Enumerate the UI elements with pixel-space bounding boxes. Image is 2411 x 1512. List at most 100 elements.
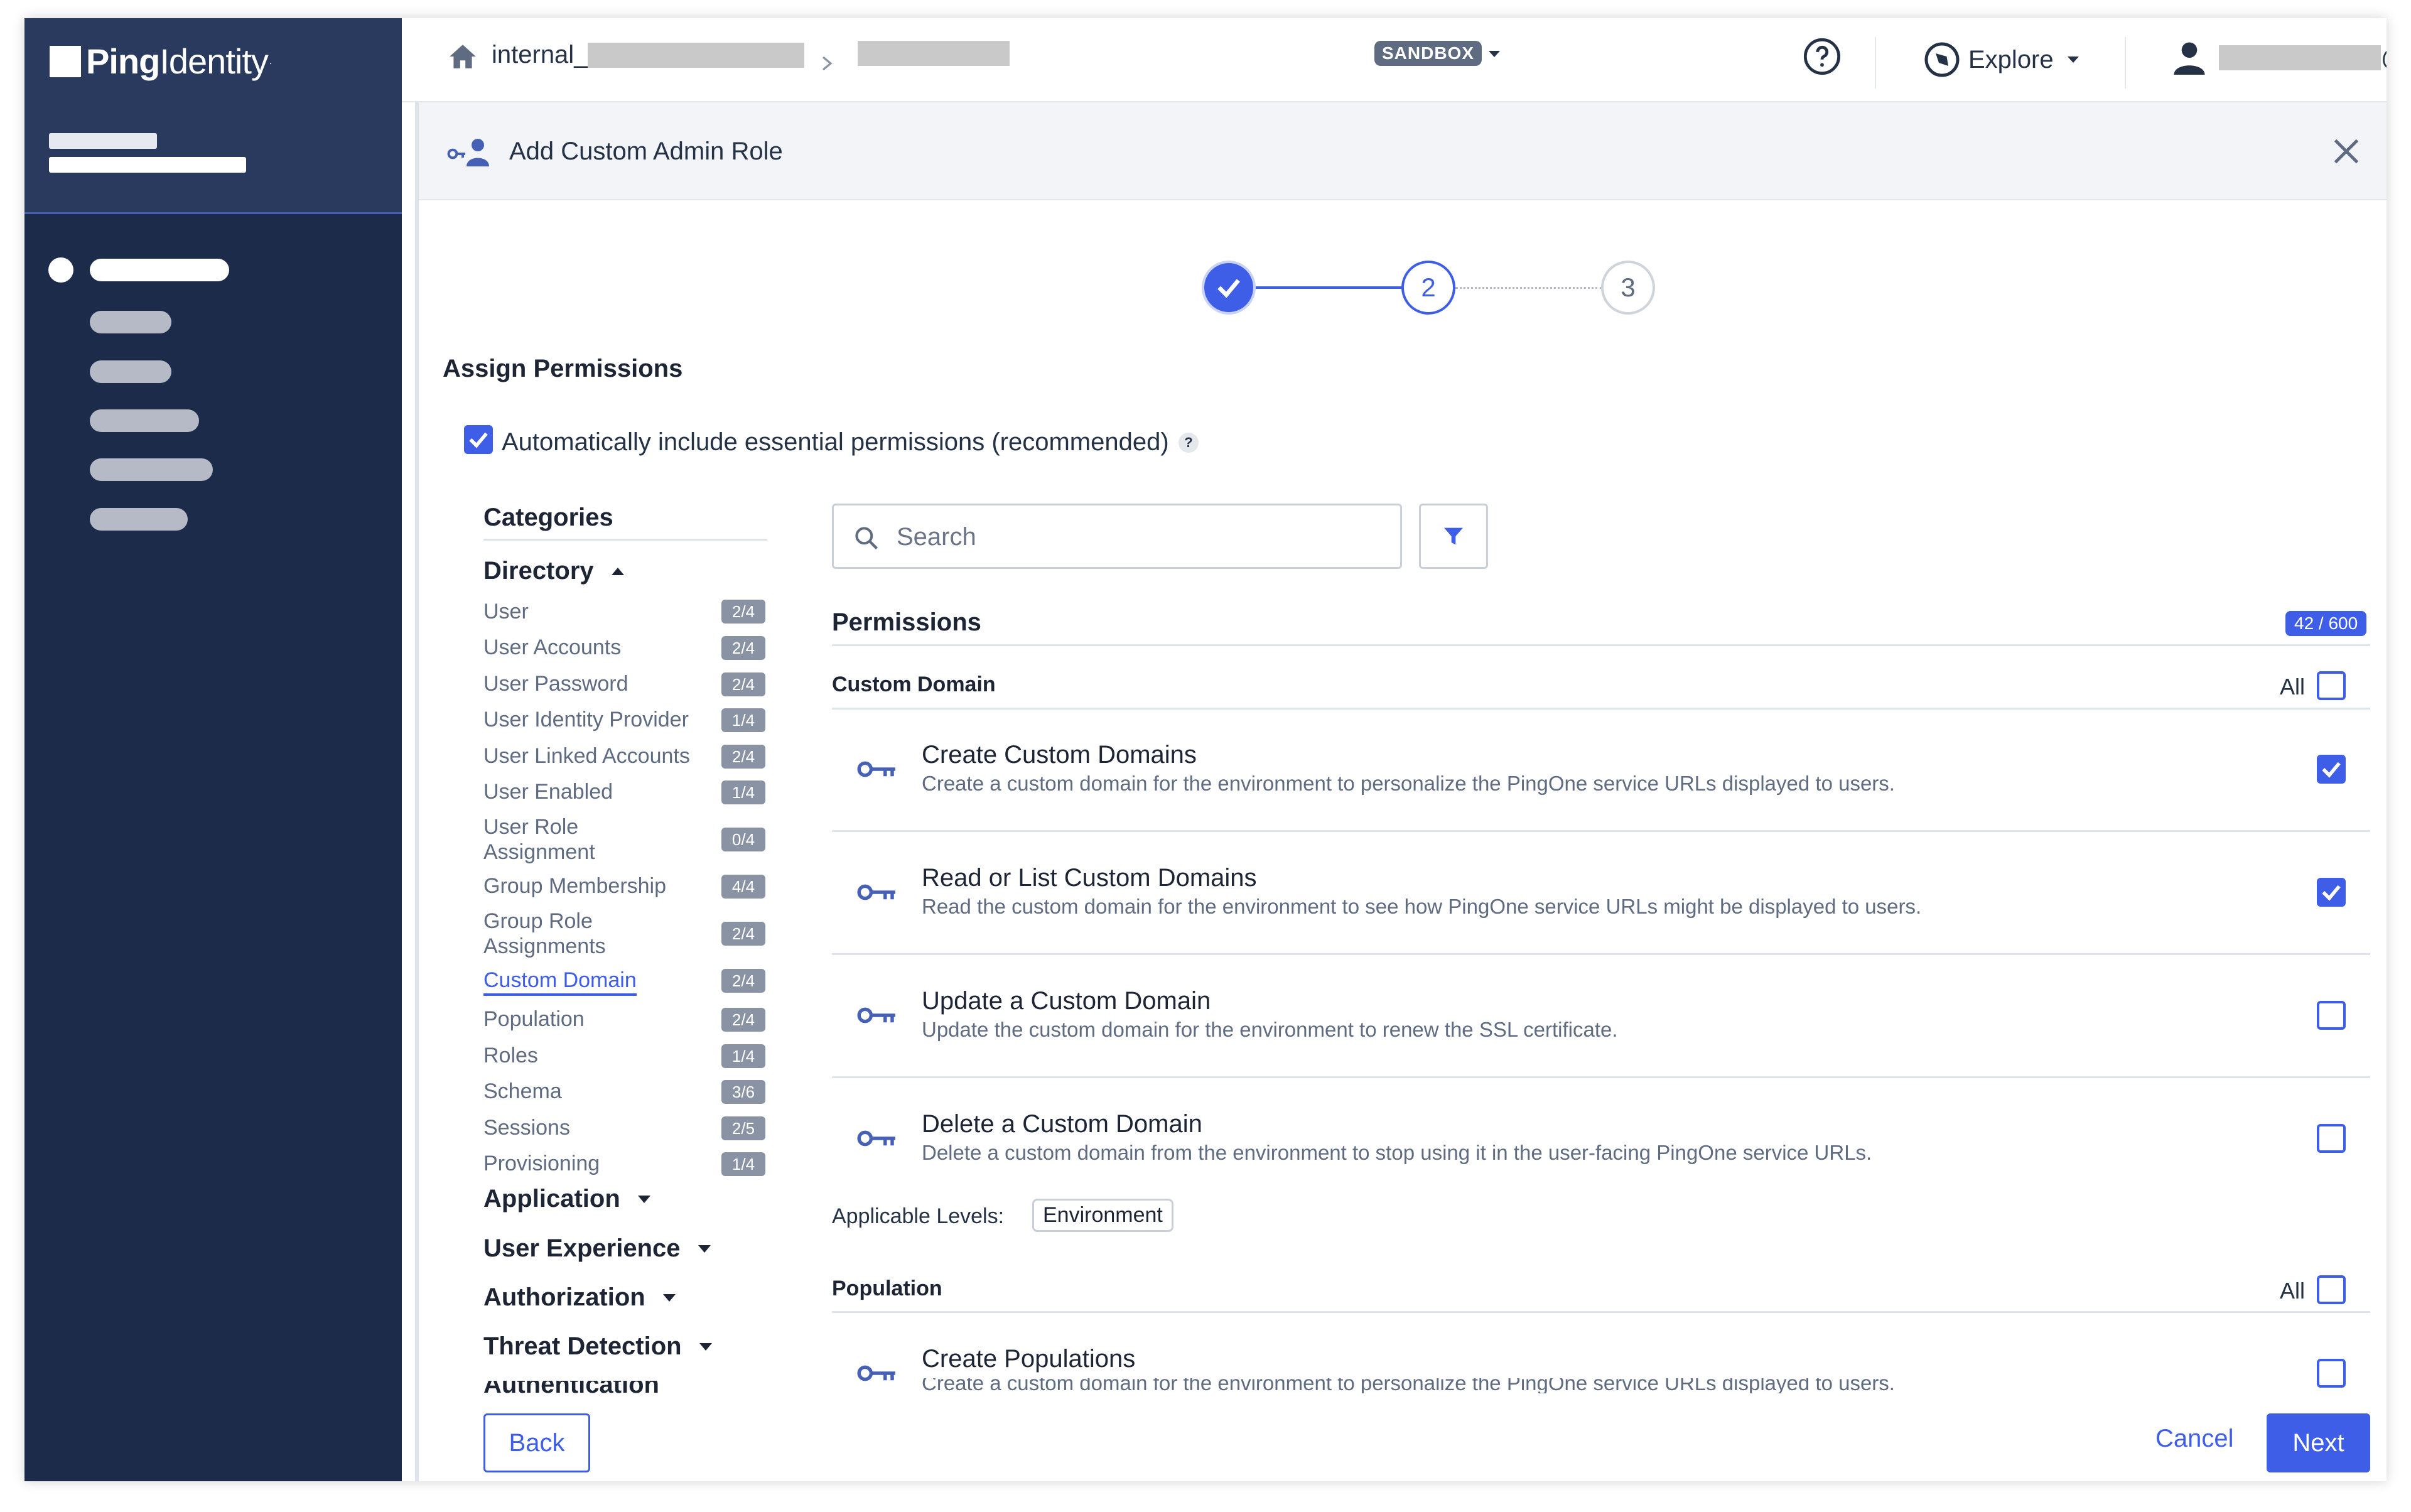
- sidebar: Ping Identity.: [24, 18, 402, 1481]
- category-group-label: Directory: [483, 557, 594, 585]
- category-item-sessions[interactable]: Sessions: [483, 1115, 716, 1140]
- panel-header: Add Custom Admin Role: [419, 102, 2387, 200]
- environment-id-redacted[interactable]: [49, 157, 246, 173]
- explore-menu[interactable]: Explore: [1923, 41, 2079, 78]
- topbar-divider: [1875, 37, 1876, 89]
- next-button[interactable]: Next: [2267, 1413, 2370, 1472]
- category-item-group-membership[interactable]: Group Membership: [483, 873, 716, 899]
- breadcrumb-organization[interactable]: internal_: [492, 41, 805, 69]
- permission-name: Delete a Custom Domain: [922, 1110, 1202, 1138]
- explore-label: Explore: [1968, 45, 2054, 73]
- category-count-badge: 0/4: [721, 828, 765, 851]
- permission-checkbox-create-custom-domains[interactable]: [2317, 755, 2346, 784]
- cancel-button[interactable]: Cancel: [2155, 1425, 2234, 1453]
- nav-item-redacted-5[interactable]: [90, 458, 213, 481]
- breadcrumb-environment[interactable]: [858, 41, 1010, 66]
- permission-description: Read the custom domain for the environme…: [922, 895, 1922, 918]
- permission-name: Create Custom Domains: [922, 741, 1197, 769]
- top-bar: internal_ SANDBOX Explore: [402, 18, 2387, 102]
- section-divider: [832, 1311, 2370, 1313]
- category-item-group-role-assignments[interactable]: Group Role Assignments: [483, 909, 672, 959]
- sandbox-badge: SANDBOX: [1374, 41, 1482, 66]
- auto-include-checkbox[interactable]: [464, 425, 493, 454]
- ping-identity-logo[interactable]: Ping Identity.: [50, 41, 272, 82]
- category-item-custom-domain[interactable]: Custom Domain: [483, 968, 716, 996]
- category-item-user-enabled[interactable]: User Enabled: [483, 779, 716, 804]
- permissions-divider: [832, 644, 2370, 646]
- permission-checkbox-delete-custom-domain[interactable]: [2317, 1124, 2346, 1153]
- check-icon: [469, 432, 488, 448]
- app-window: Ping Identity. internal_ SANDBOX Explore…: [24, 18, 2387, 1481]
- key-icon: [857, 884, 895, 900]
- category-item-user-identity-provider[interactable]: User Identity Provider: [483, 707, 716, 732]
- category-group-authorization[interactable]: Authorization: [483, 1283, 676, 1312]
- category-group-application[interactable]: Application: [483, 1185, 650, 1213]
- category-count-badge: 1/4: [721, 708, 765, 732]
- category-item-provisioning[interactable]: Provisioning: [483, 1151, 716, 1176]
- step-1-complete: [1202, 261, 1256, 315]
- user-icon: [2174, 42, 2205, 75]
- nav-item-redacted-4[interactable]: [90, 409, 199, 432]
- permission-checkbox-create-populations[interactable]: [2317, 1359, 2346, 1388]
- permission-name: Update a Custom Domain: [922, 987, 1211, 1015]
- category-group-clipped[interactable]: Authentication: [483, 1381, 659, 1395]
- category-item-user-linked-accounts[interactable]: User Linked Accounts: [483, 743, 716, 769]
- environment-dropdown-caret-icon[interactable]: [1489, 51, 1500, 57]
- select-all-custom-domain-checkbox[interactable]: [2317, 671, 2346, 700]
- environment-name-redacted[interactable]: [49, 133, 157, 149]
- close-icon[interactable]: [2327, 132, 2365, 170]
- home-icon[interactable]: [447, 42, 478, 71]
- filter-button[interactable]: [1419, 504, 1488, 569]
- categories-heading: Categories: [483, 504, 613, 531]
- auto-include-help-icon[interactable]: ?: [1179, 433, 1199, 453]
- category-item-schema[interactable]: Schema: [483, 1079, 716, 1104]
- nav-item-redacted-1[interactable]: [90, 259, 229, 281]
- check-icon: [2322, 762, 2341, 778]
- filter-icon: [1444, 527, 1463, 545]
- select-all-population-checkbox[interactable]: [2317, 1275, 2346, 1304]
- nav-item-redacted-2[interactable]: [90, 311, 171, 333]
- environment-name-redacted: [858, 41, 1010, 66]
- select-all-label: All: [2280, 1278, 2306, 1304]
- permission-checkbox-update-custom-domain[interactable]: [2317, 1001, 2346, 1030]
- permission-checkbox-read-custom-domains[interactable]: [2317, 878, 2346, 907]
- logo-mark: .: [269, 55, 272, 67]
- nav-item-redacted-6[interactable]: [90, 508, 188, 531]
- permission-name: Create Populations: [922, 1345, 1136, 1373]
- check-icon: [2322, 885, 2341, 901]
- row-divider: [832, 1076, 2370, 1078]
- nav-active-indicator: [48, 257, 73, 283]
- auto-include-label[interactable]: Automatically include essential permissi…: [502, 428, 1169, 456]
- permission-description: Create a custom domain for the environme…: [922, 772, 1895, 795]
- category-count-badge: 1/4: [721, 780, 765, 804]
- search-input[interactable]: [897, 518, 1386, 556]
- user-menu[interactable]: @pingidentity.com: [2174, 41, 2387, 75]
- nav-item-redacted-3[interactable]: [90, 360, 171, 383]
- permission-description: Update the custom domain for the environ…: [922, 1018, 1618, 1041]
- permissions-count-badge: 42 / 600: [2285, 611, 2367, 636]
- category-group-threat-detection[interactable]: Threat Detection: [483, 1332, 712, 1361]
- category-item-user[interactable]: User: [483, 599, 716, 624]
- category-item-user-password[interactable]: User Password: [483, 671, 716, 696]
- row-divider: [832, 953, 2370, 955]
- applicable-level-tag: Environment: [1032, 1199, 1173, 1232]
- category-item-user-accounts[interactable]: User Accounts: [483, 635, 716, 660]
- category-group-label: Application: [483, 1185, 620, 1212]
- help-circle-icon[interactable]: [1802, 36, 1842, 77]
- category-count-badge: 4/4: [721, 875, 765, 899]
- category-count-badge: 2/4: [721, 969, 765, 993]
- category-item-user-role-assignment[interactable]: User Role Assignment: [483, 814, 672, 865]
- category-group-directory[interactable]: Directory: [483, 557, 624, 585]
- category-item-roles[interactable]: Roles: [483, 1043, 716, 1068]
- back-button[interactable]: Back: [483, 1413, 590, 1472]
- category-group-user-experience[interactable]: User Experience: [483, 1234, 711, 1263]
- category-count-badge: 2/4: [721, 1008, 765, 1032]
- category-item-population[interactable]: Population: [483, 1007, 716, 1032]
- category-count-badge: 3/6: [721, 1080, 765, 1104]
- section-title-population: Population: [832, 1277, 942, 1300]
- permission-name: Read or List Custom Domains: [922, 864, 1257, 892]
- section-title-custom-domain: Custom Domain: [832, 672, 996, 696]
- organization-name-redacted: [588, 42, 805, 68]
- search-field[interactable]: [832, 504, 1402, 569]
- select-all-label: All: [2280, 674, 2306, 699]
